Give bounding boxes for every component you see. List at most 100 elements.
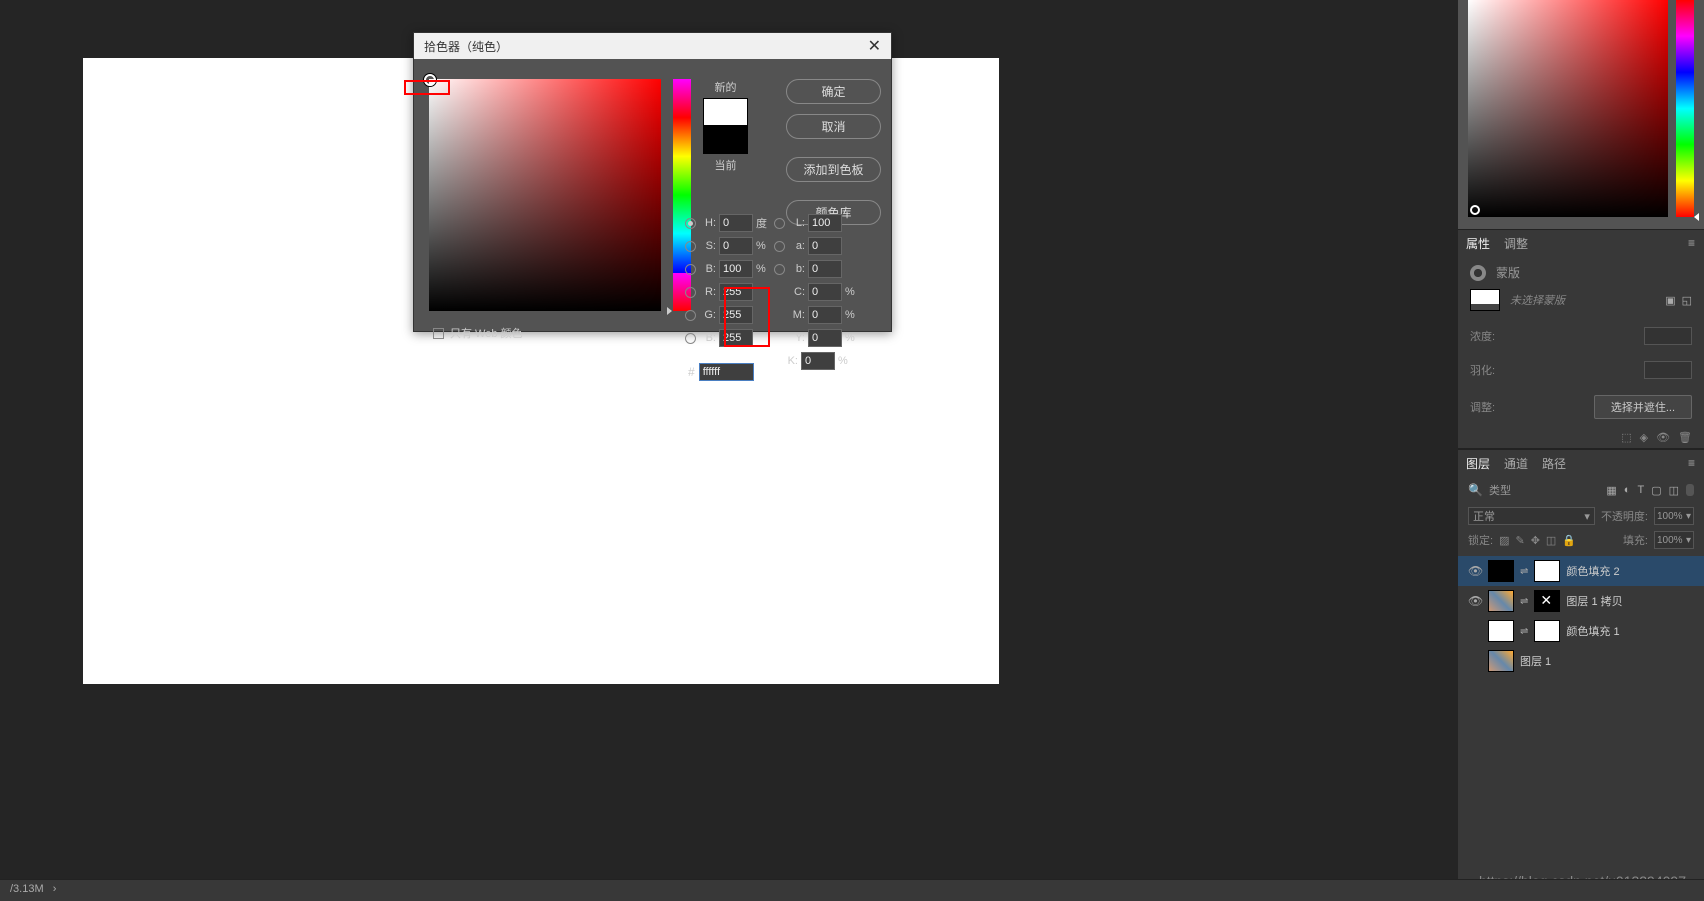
web-colors-checkbox[interactable]: 只有 Web 颜色 [433, 325, 523, 341]
color-panel-hue[interactable] [1676, 0, 1694, 217]
saturation-brightness-field[interactable] [429, 79, 661, 311]
a-input[interactable] [808, 237, 842, 255]
radio-b-rgb[interactable] [685, 333, 696, 344]
m-input[interactable] [808, 306, 842, 324]
layer-name[interactable]: 图层 1 拷贝 [1566, 593, 1622, 609]
hue-slider-thumb[interactable] [667, 307, 672, 315]
radio-a[interactable] [774, 241, 785, 252]
filter-image-icon[interactable]: ▦ [1606, 484, 1616, 497]
blend-mode-select[interactable]: 正常▾ [1468, 507, 1595, 525]
layer-mask-thumb[interactable] [1534, 590, 1560, 612]
tab-channels[interactable]: 通道 [1504, 455, 1528, 472]
radio-s[interactable] [685, 241, 696, 252]
layers-menu-icon[interactable]: ≡ [1688, 456, 1696, 470]
filter-toggle[interactable] [1686, 484, 1694, 496]
fill-input[interactable]: 100%▾ [1654, 531, 1694, 549]
filter-text-icon[interactable]: T [1637, 484, 1644, 496]
layer-name[interactable]: 颜色填充 1 [1566, 623, 1619, 639]
annotation-rect-rgb [724, 287, 770, 347]
layer-row[interactable]: 👁 ⇌ 颜色填充 2 [1458, 556, 1704, 586]
tab-layers[interactable]: 图层 [1466, 455, 1490, 472]
mask-apply-icon[interactable]: ◈ [1640, 431, 1648, 444]
dialog-titlebar[interactable]: 拾色器（纯色） ✕ [414, 33, 891, 59]
layer-name[interactable]: 图层 1 [1520, 653, 1551, 669]
radio-b-hsb[interactable] [685, 264, 696, 275]
link-icon[interactable]: ⇌ [1520, 596, 1528, 607]
mask-thumb[interactable] [1470, 289, 1500, 311]
select-and-mask-button[interactable]: 选择并遮住... [1594, 395, 1692, 419]
layer-row[interactable]: ⇌ 颜色填充 1 [1458, 616, 1704, 646]
density-input[interactable] [1644, 327, 1692, 345]
layer-thumb[interactable] [1488, 590, 1514, 612]
current-color-swatch [703, 126, 748, 154]
layer-name[interactable]: 颜色填充 2 [1566, 563, 1619, 579]
link-icon[interactable]: ⇌ [1520, 566, 1528, 577]
layer-thumb[interactable] [1488, 620, 1514, 642]
radio-r[interactable] [685, 287, 696, 298]
search-icon[interactable]: 🔍 [1468, 483, 1483, 497]
b-hsb-input[interactable] [719, 260, 753, 278]
checkbox-icon[interactable] [433, 328, 444, 339]
l-input[interactable] [808, 214, 842, 232]
radio-h[interactable] [685, 218, 696, 229]
pixel-mask-icon[interactable]: ▣ [1665, 294, 1675, 307]
layer-row[interactable]: 图层 1 [1458, 646, 1704, 676]
filter-adjust-icon[interactable]: ◐ [1624, 484, 1631, 496]
layer-mask-thumb[interactable] [1534, 560, 1560, 582]
properties-tabs: 属性 调整 ≡ [1458, 229, 1704, 256]
mask-label: 蒙版 [1496, 264, 1520, 281]
layer-row[interactable]: 👁 ⇌ 图层 1 拷贝 [1458, 586, 1704, 616]
vector-mask-icon[interactable]: ◱ [1682, 294, 1692, 307]
tab-properties[interactable]: 属性 [1466, 235, 1490, 252]
cancel-button[interactable]: 取消 [786, 114, 881, 139]
lock-artboard-icon[interactable]: ◫ [1546, 534, 1556, 547]
filter-smart-icon[interactable]: ◫ [1669, 484, 1679, 497]
h-input[interactable] [719, 214, 753, 232]
lock-position-icon[interactable]: ✥ [1531, 534, 1540, 547]
feather-label: 羽化: [1470, 362, 1495, 378]
layer-filter[interactable]: 类型 [1489, 482, 1600, 498]
mask-load-icon[interactable]: ⬚ [1621, 431, 1631, 444]
mask-icon [1470, 265, 1486, 281]
layer-thumb[interactable] [1488, 650, 1514, 672]
add-swatch-button[interactable]: 添加到色板 [786, 157, 881, 182]
color-field-cursor[interactable] [1470, 205, 1480, 215]
tab-paths[interactable]: 路径 [1542, 455, 1566, 472]
lock-all-icon[interactable]: 🔒 [1562, 534, 1576, 547]
mask-delete-icon[interactable]: 🗑 [1678, 431, 1692, 444]
feather-input[interactable] [1644, 361, 1692, 379]
status-bar: /3.13M › [0, 879, 1704, 901]
radio-b-lab[interactable] [774, 264, 785, 275]
opacity-input[interactable]: 100%▾ [1654, 507, 1694, 525]
b-lab-input[interactable] [808, 260, 842, 278]
dialog-title: 拾色器（纯色） [424, 38, 508, 55]
radio-g[interactable] [685, 310, 696, 321]
new-swatch-label: 新的 [703, 79, 748, 95]
y-input[interactable] [808, 329, 842, 347]
new-color-swatch [703, 98, 748, 126]
layers-panel: 🔍 类型 ▦ ◐ T ▢ ◫ 正常▾ 不透明度: 100%▾ 锁定: ▨ ✎ ✥… [1458, 476, 1704, 901]
tab-adjustments[interactable]: 调整 [1504, 235, 1528, 252]
panel-menu-icon[interactable]: ≡ [1688, 236, 1696, 250]
ok-button[interactable]: 确定 [786, 79, 881, 104]
hue-thumb[interactable] [1694, 213, 1699, 221]
close-icon[interactable]: ✕ [868, 36, 881, 56]
c-input[interactable] [808, 283, 842, 301]
current-swatch-label: 当前 [703, 157, 748, 173]
layer-mask-thumb[interactable] [1534, 620, 1560, 642]
radio-l[interactable] [774, 218, 785, 229]
filter-shape-icon[interactable]: ▢ [1651, 484, 1661, 497]
visibility-icon[interactable]: 👁 [1468, 594, 1482, 608]
hex-input[interactable] [699, 363, 754, 381]
mask-disable-icon[interactable]: 👁 [1656, 431, 1670, 444]
lock-pixels-icon[interactable]: ✎ [1515, 534, 1524, 547]
visibility-icon[interactable]: 👁 [1468, 564, 1482, 578]
color-panel-field[interactable] [1468, 0, 1668, 217]
density-label: 浓度: [1470, 328, 1495, 344]
lock-transparency-icon[interactable]: ▨ [1499, 534, 1509, 547]
layer-thumb[interactable] [1488, 560, 1514, 582]
layers-tabs: 图层 通道 路径 ≡ [1458, 449, 1704, 476]
k-input[interactable] [801, 352, 835, 370]
s-input[interactable] [719, 237, 753, 255]
link-icon[interactable]: ⇌ [1520, 626, 1528, 637]
